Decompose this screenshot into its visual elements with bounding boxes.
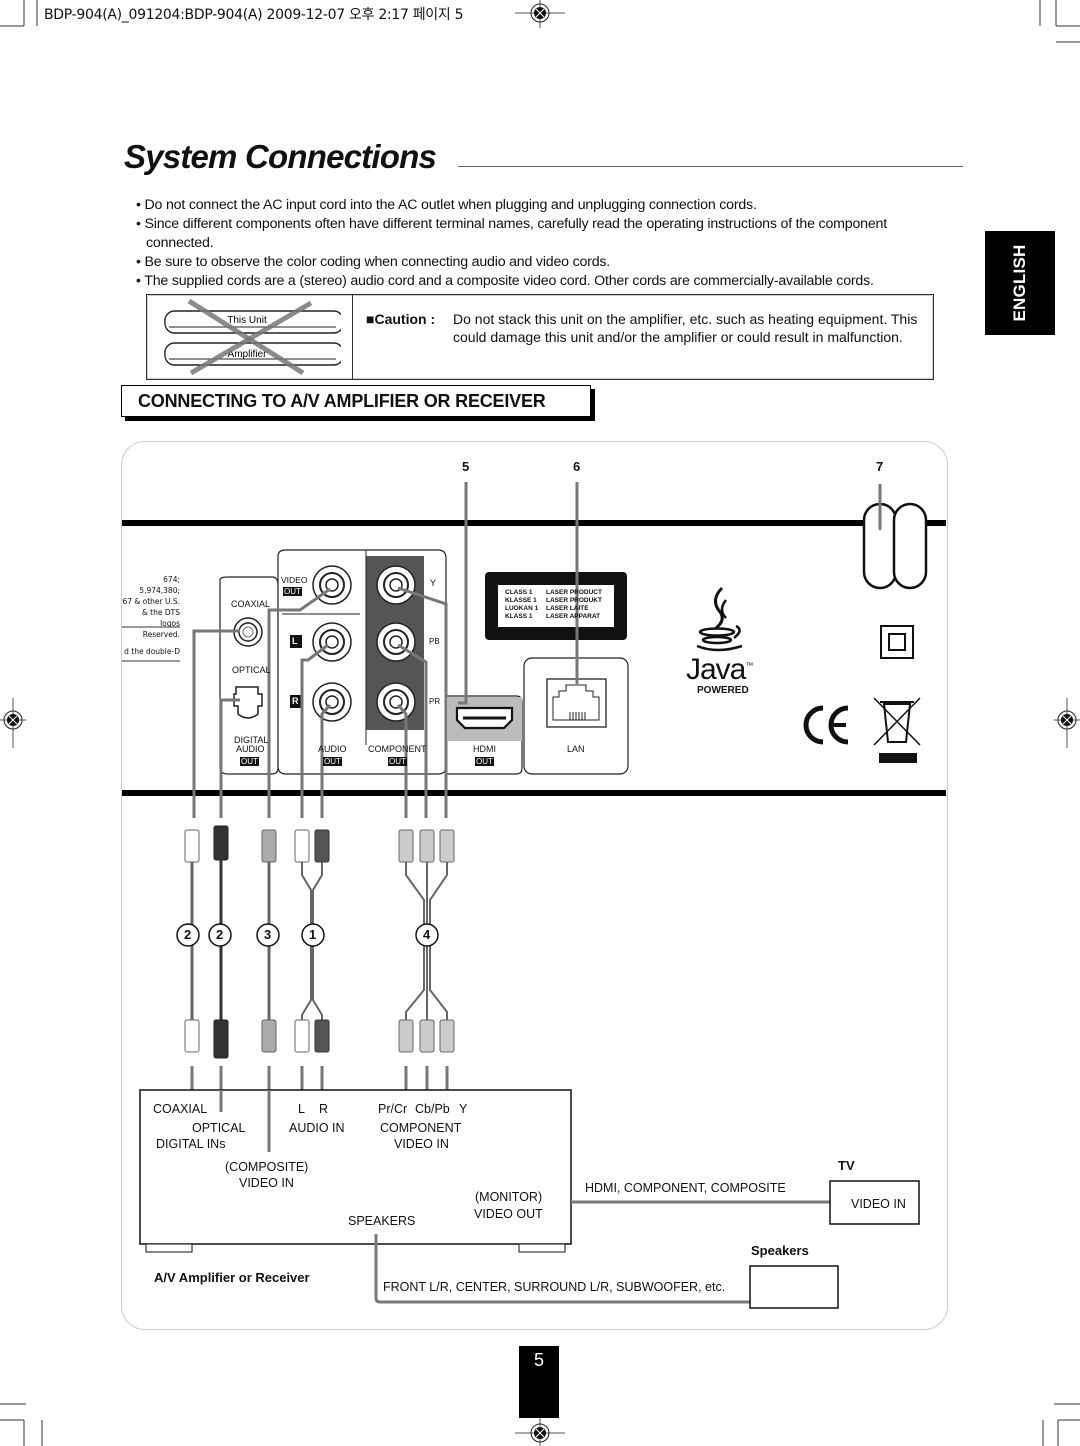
video-out-badge: OUT	[283, 587, 302, 596]
amp-audio-l-label: L	[298, 1102, 305, 1116]
audio-l-label: L	[292, 636, 298, 646]
callout-6: 6	[573, 459, 581, 474]
speakers-connection-label: FRONT L/R, CENTER, SURROUND L/R, SUBWOOF…	[383, 1280, 726, 1294]
optical-label: OPTICAL	[232, 665, 271, 675]
ce-mark-icon	[803, 705, 849, 745]
amp-pr-cr-label: Pr/Cr	[378, 1102, 408, 1116]
amp-audio-r-label: R	[319, 1102, 329, 1116]
cable-number: 2	[216, 927, 224, 942]
audio-out-badge: OUT	[323, 757, 342, 766]
panel-top-edge	[122, 520, 946, 526]
component-pr-jack	[376, 682, 416, 722]
amp-optical-label: OPTICAL	[192, 1121, 246, 1135]
component-pb-label: PB	[429, 637, 440, 646]
audio-label: AUDIO	[236, 744, 265, 754]
rear-panel-drawing	[122, 482, 946, 1309]
amplifier-caption: A/V Amplifier or Receiver	[154, 1270, 310, 1285]
cable-number: 1	[309, 927, 317, 942]
page-number-tab: 5	[519, 1346, 559, 1418]
optical-jack	[233, 686, 263, 719]
speakers-title: Speakers	[751, 1243, 809, 1258]
amp-composite-label: (COMPOSITE)	[225, 1160, 309, 1174]
amp-monitor-label: (MONITOR)	[475, 1190, 543, 1204]
audio-r-jack	[312, 682, 352, 722]
double-insulation-icon	[880, 625, 914, 659]
java-wordmark: Java™	[686, 653, 753, 686]
amplifier-foot	[518, 1243, 566, 1253]
cable-number: 4	[423, 927, 431, 942]
weee-bin-icon	[873, 697, 921, 763]
amp-component-video-in-label: VIDEO IN	[394, 1137, 449, 1151]
cable-number: 3	[264, 927, 272, 942]
component-pr-label: PR	[429, 697, 441, 706]
java-powered-label: POWERED	[697, 685, 749, 696]
tv-video-in-label: VIDEO IN	[851, 1197, 906, 1211]
amp-video-out-label: VIDEO OUT	[474, 1207, 543, 1221]
callout-7: 7	[876, 459, 884, 474]
panel-bottom-edge	[122, 790, 946, 796]
tv-connection-label: HDMI, COMPONENT, COMPOSITE	[585, 1181, 786, 1195]
amp-component-label: COMPONENT	[380, 1121, 462, 1135]
lan-label: LAN	[567, 744, 585, 754]
amp-composite-video-in-label: VIDEO IN	[239, 1176, 294, 1190]
page-number: 5	[533, 1350, 544, 1370]
audio-l-jack	[312, 622, 352, 662]
laser-label-text: CLASS 1 LASER PRODUCT KLASSE 1 LASER PRODU…	[505, 589, 602, 620]
component-out-badge: OUT	[388, 757, 407, 766]
component-y-jack	[376, 565, 416, 605]
hdmi-label: HDMI	[473, 744, 496, 754]
audio-r-label: R	[292, 696, 299, 706]
amp-cb-pb-label: Cb/Pb	[415, 1102, 450, 1116]
audio-out-label: AUDIO	[318, 744, 347, 754]
component-y-label: Y	[430, 578, 437, 588]
patent-notice: 674; 5,974,380; 67 & other U.S. & the DT…	[122, 575, 180, 656]
amp-y-label: Y	[459, 1102, 468, 1116]
amp-coaxial-label: COAXIAL	[153, 1102, 208, 1116]
java-logo-icon	[696, 586, 743, 652]
amp-speakers-label: SPEAKERS	[348, 1214, 416, 1228]
callout-5: 5	[462, 459, 470, 474]
tv-title: TV	[838, 1158, 855, 1173]
speakers-box	[749, 1265, 839, 1309]
cable-number: 2	[184, 927, 192, 942]
video-out-label: VIDEO	[281, 575, 308, 585]
amplifier-foot	[145, 1243, 193, 1253]
component-out-label: COMPONENT	[368, 744, 427, 754]
component-pb-jack	[376, 622, 416, 662]
amp-audio-in-label: AUDIO IN	[289, 1121, 345, 1135]
hdmi-out-badge: OUT	[475, 757, 494, 766]
coaxial-label: COAXIAL	[231, 599, 271, 609]
digital-out-badge: OUT	[240, 757, 259, 766]
power-inlet-icon	[862, 502, 928, 590]
amp-digital-ins-label: DIGITAL INs	[156, 1137, 226, 1151]
lan-port-icon	[546, 678, 607, 728]
